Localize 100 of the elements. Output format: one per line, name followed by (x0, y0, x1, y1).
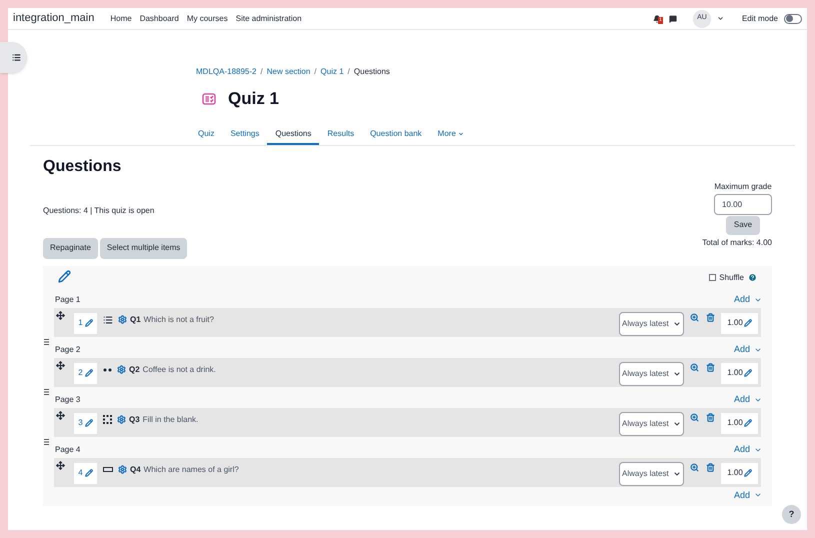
slot-number: 2 (78, 367, 83, 379)
quiz-icon (202, 92, 216, 105)
question-name[interactable]: Q1 (130, 314, 141, 326)
page-label: Page 3 (55, 394, 80, 406)
quiz-summary: Questions: 4 | This quiz is open (43, 204, 154, 216)
pencil-icon[interactable] (84, 419, 93, 427)
breadcrumb-link[interactable]: New section (266, 66, 310, 78)
breadcrumb-separator: / (260, 66, 263, 78)
caret-icon[interactable] (716, 15, 724, 22)
drawer-toggle[interactable] (0, 42, 27, 73)
help-icon[interactable] (748, 273, 757, 282)
tab[interactable]: Results (319, 124, 362, 144)
site-name[interactable]: integration_main (13, 10, 94, 27)
tab[interactable]: Questions (267, 124, 320, 144)
nav-link[interactable]: Site administration (236, 12, 302, 24)
caret-icon (673, 320, 681, 328)
question-text: Which is not a fruit? (144, 314, 214, 326)
tab[interactable]: Question bank (362, 124, 430, 144)
mark-value: 1.00 (727, 367, 743, 379)
pencil-icon[interactable] (84, 369, 93, 377)
page-label: Page 1 (55, 294, 80, 306)
breadcrumb-link[interactable]: Quiz 1 (320, 66, 344, 78)
slot-number: 4 (78, 467, 83, 479)
version-select[interactable]: Always latest (619, 312, 684, 336)
dots-icon (103, 368, 112, 372)
preview-icon[interactable] (690, 462, 699, 472)
slot-number: 1 (78, 317, 83, 329)
save-button[interactable]: Save (726, 216, 760, 234)
question-name[interactable]: Q4 (130, 464, 141, 476)
delete-icon[interactable] (706, 412, 715, 422)
caret-icon (673, 470, 681, 478)
pencil-icon[interactable] (84, 319, 93, 327)
pencil-icon[interactable] (744, 369, 752, 377)
message-icon[interactable] (668, 14, 677, 22)
mark-value: 1.00 (727, 467, 743, 479)
version-select[interactable]: Always latest (619, 362, 684, 386)
shuffle-checkbox[interactable] (709, 274, 716, 281)
page-break-icon (44, 388, 49, 394)
pencil-icon[interactable] (84, 469, 93, 477)
pencil-icon[interactable] (744, 469, 752, 477)
preview-icon[interactable] (690, 362, 699, 372)
list-icon (103, 314, 113, 324)
list-icon (12, 53, 21, 62)
page-break-icon (44, 338, 49, 344)
add-link[interactable]: Add (734, 292, 762, 306)
add-link[interactable]: Add (734, 342, 762, 356)
delete-icon[interactable] (706, 362, 715, 372)
current-page-label: Questions (354, 66, 390, 78)
page-title: Quiz 1 (228, 88, 280, 110)
settings-icon[interactable] (117, 414, 126, 424)
question-text: Fill in the blank. (142, 414, 198, 426)
preview-icon[interactable] (690, 312, 699, 322)
add-link[interactable]: Add (734, 442, 762, 456)
mark-value: 1.00 (727, 417, 743, 429)
nav-link[interactable]: My courses (186, 12, 228, 24)
section-heading: Questions (43, 156, 122, 176)
add-link[interactable]: Add (734, 392, 762, 406)
question-name[interactable]: Q2 (129, 364, 140, 376)
caret-icon (673, 420, 681, 428)
nav-link[interactable]: Home (110, 12, 132, 24)
settings-icon[interactable] (118, 464, 127, 474)
tab[interactable]: Settings (222, 124, 268, 144)
add-link[interactable]: Add (734, 488, 762, 502)
max-grade-field[interactable]: 10.00 (714, 194, 772, 214)
settings-icon[interactable] (117, 364, 126, 374)
breadcrumb-link[interactable]: MDLQA-18895-2 (196, 66, 256, 78)
version-select[interactable]: Always latest (619, 462, 684, 486)
tab[interactable]: More (430, 124, 472, 144)
edit-mode-label: Edit mode (742, 12, 778, 24)
breadcrumb-separator: / (348, 66, 350, 78)
question-text: Which are names of a girl? (144, 464, 239, 476)
edit-mode-switch[interactable] (784, 14, 802, 24)
slot-number: 3 (78, 417, 83, 429)
question-text: Coffee is not a drink. (142, 364, 216, 376)
pencil-icon[interactable] (744, 319, 752, 327)
breadcrumb-separator: / (314, 66, 317, 78)
delete-icon[interactable] (706, 312, 715, 322)
tab[interactable]: Quiz (190, 124, 222, 144)
page-label: Page 4 (55, 444, 80, 456)
page-break-icon (44, 438, 49, 444)
pencil-icon[interactable] (744, 419, 752, 427)
caret-icon (673, 370, 681, 378)
shuffle-label: Shuffle (719, 272, 744, 284)
page-label: Page 2 (55, 344, 80, 356)
action-button[interactable]: Repaginate (43, 238, 98, 258)
move-icon[interactable] (56, 360, 65, 370)
version-select[interactable]: Always latest (619, 412, 684, 436)
help-button[interactable]: ? (782, 505, 801, 524)
settings-icon[interactable] (118, 314, 127, 324)
rectangle-icon (103, 467, 113, 472)
question-name[interactable]: Q3 (129, 414, 140, 426)
pencil-icon[interactable] (58, 270, 71, 282)
delete-icon[interactable] (706, 462, 715, 472)
nav-link[interactable]: Dashboard (140, 12, 179, 24)
move-icon[interactable] (56, 410, 65, 420)
action-button[interactable]: Select multiple items (100, 238, 188, 258)
move-icon[interactable] (56, 310, 65, 320)
preview-icon[interactable] (690, 412, 699, 422)
max-grade-label: Maximum grade (714, 180, 772, 192)
move-icon[interactable] (56, 460, 65, 470)
